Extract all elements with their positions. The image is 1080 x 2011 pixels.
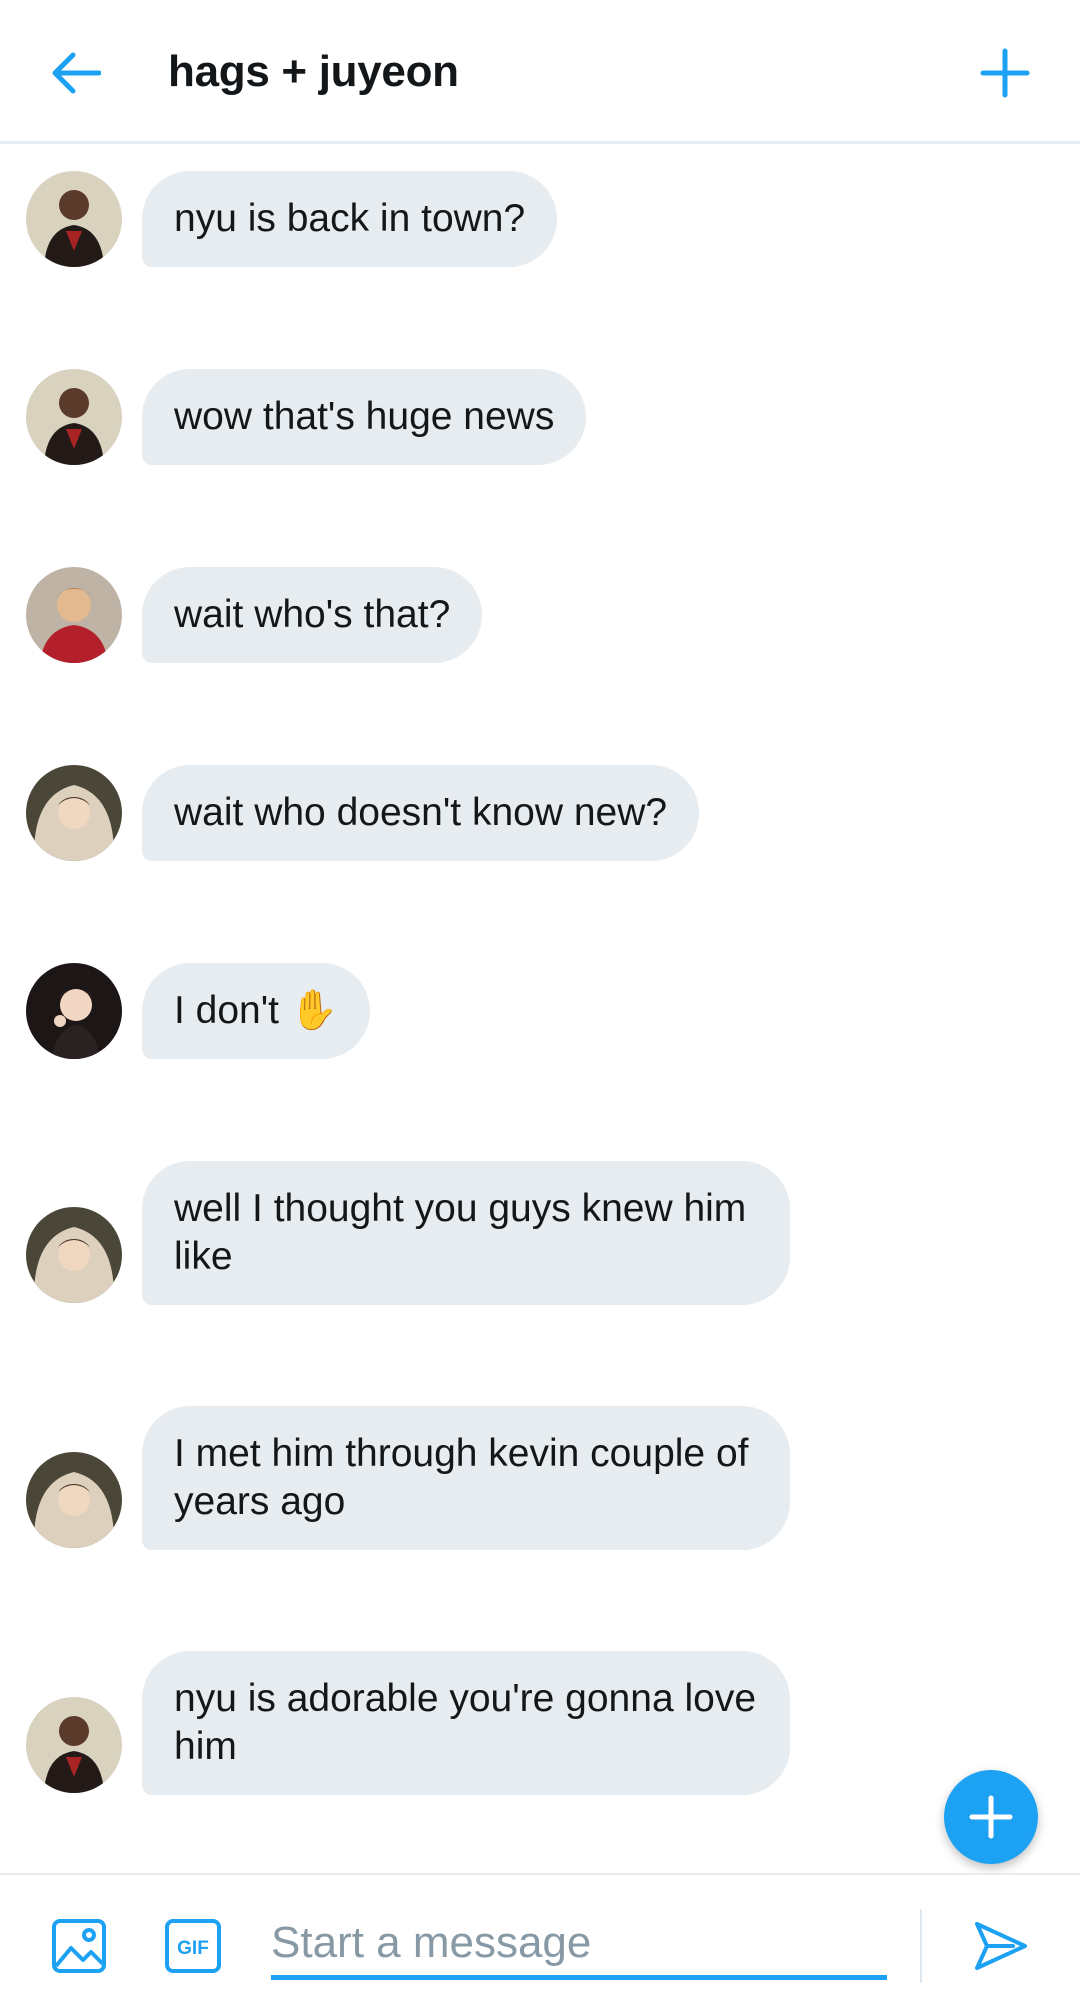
add-photo-button[interactable] [48,1915,110,1977]
message-bubble: well I thought you guys knew him like [142,1161,790,1305]
message-bubble: I don't ✋ [142,963,371,1059]
message-bubble: nyu is adorable you're gonna love him [142,1651,790,1795]
message-bubble: nyu is back in town? [142,171,558,267]
avatar[interactable] [26,369,122,465]
message-list[interactable]: nyu is back in town? wow that's huge new… [0,147,1080,1873]
send-icon [975,1922,1027,1970]
gif-icon: GIF [165,1919,221,1973]
avatar[interactable] [26,567,122,663]
message-bubble: I met him through kevin couple of years … [142,1406,790,1550]
conversation-title: hags + juyeon [168,47,459,96]
image-icon [52,1919,106,1973]
message-bubble: wow that's huge news [142,369,587,465]
back-button[interactable] [40,38,110,108]
plus-icon [969,1795,1013,1839]
avatar[interactable] [26,1207,122,1303]
message-composer: GIF [0,1873,1080,2011]
add-people-button[interactable] [970,38,1040,108]
send-button[interactable] [970,1915,1032,1977]
avatar[interactable] [26,171,122,267]
avatar[interactable] [26,765,122,861]
new-message-fab[interactable] [944,1770,1038,1864]
gif-label: GIF [177,1938,209,1959]
gif-button[interactable]: GIF [162,1915,224,1977]
avatar[interactable] [26,963,122,1059]
plus-icon [980,48,1030,98]
composer-divider [920,1909,922,1983]
conversation-header: hags + juyeon [0,0,1080,144]
message-input[interactable] [271,1911,887,1980]
message-bubble: wait who's that? [142,567,483,663]
message-bubble: wait who doesn't know new? [142,765,700,861]
avatar[interactable] [26,1452,122,1548]
avatar[interactable] [26,1697,122,1793]
arrow-left-icon [52,52,101,94]
